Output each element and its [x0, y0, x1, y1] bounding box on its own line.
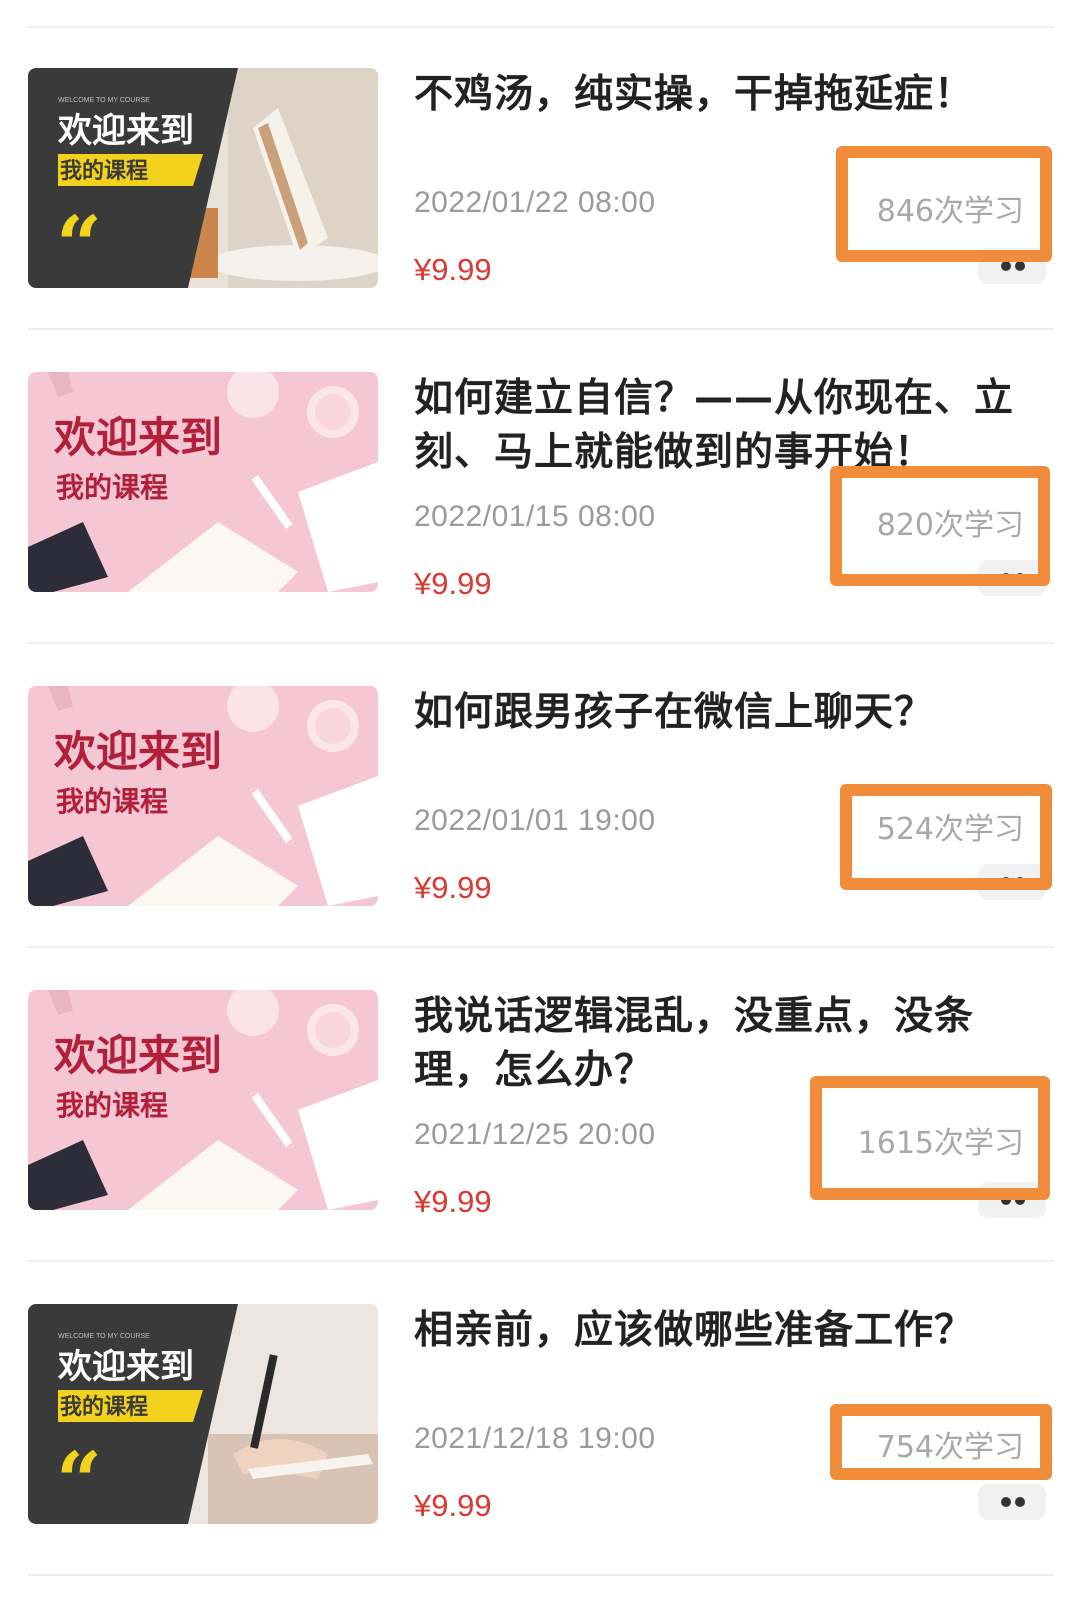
study-count: 524次学习 [876, 812, 1024, 847]
more-dots-icon [1001, 1195, 1011, 1205]
course-date: 2022/01/22 08:00 [414, 186, 656, 219]
thumbnail-heading: 欢迎来到 [57, 1347, 194, 1387]
course-price: ¥9.99 [414, 1488, 492, 1523]
more-dots-icon-dot [1015, 573, 1025, 583]
more-dots-icon-dot [1015, 1195, 1025, 1205]
study-count: 820次学习 [876, 508, 1024, 543]
thumbnail-heading: 欢迎来到 [53, 1031, 222, 1080]
course-title[interactable]: 如何跟男孩子在微信上聊天？ [414, 686, 1044, 740]
quote-mark-icon: “ [56, 198, 102, 288]
study-count: 1615次学习 [857, 1126, 1024, 1161]
thumbnail-heading: 欢迎来到 [53, 413, 222, 462]
more-dots-icon [1001, 573, 1011, 583]
course-price: ¥9.99 [414, 870, 492, 905]
thumbnail-tiny-text: WELCOME TO MY COURSE [58, 97, 150, 104]
course-date: 2021/12/18 19:00 [414, 1422, 656, 1455]
thumbnail-tiny-text: WELCOME TO MY COURSE [58, 1333, 150, 1340]
course-thumbnail[interactable]: 欢迎来到 我的课程 [28, 990, 378, 1210]
more-dots-icon-dot [1015, 877, 1025, 887]
course-price: ¥9.99 [414, 252, 492, 287]
course-title[interactable]: 相亲前，应该做哪些准备工作？ [414, 1304, 1044, 1358]
more-dots-icon [1001, 1497, 1011, 1507]
course-price: ¥9.99 [414, 1184, 492, 1219]
thumbnail-sub: 我的课程 [60, 1394, 148, 1420]
course-item[interactable]: 欢迎来到 我的课程 我说话逻辑混乱，没重点，没条理，怎么办？ 2021/12/2… [0, 990, 1080, 1290]
thumbnail-sub: 我的课程 [56, 471, 168, 504]
more-dots-icon [1001, 877, 1011, 887]
more-button[interactable] [978, 1484, 1046, 1520]
divider [28, 1574, 1054, 1576]
course-item[interactable]: WELCOME TO MY COURSE 欢迎来到 我的课程 “ 相亲前，应该做… [0, 1304, 1080, 1604]
course-title[interactable]: 我说话逻辑混乱，没重点，没条理，怎么办？ [414, 990, 1044, 1098]
more-button[interactable] [978, 560, 1046, 596]
course-title[interactable]: 如何建立自信？——从你现在、立刻、马上就能做到的事开始！ [414, 372, 1044, 480]
course-item[interactable]: WELCOME TO MY COURSE 欢迎来到 我的课程 “ 不鸡汤，纯实操… [0, 68, 1080, 368]
thumbnail-heading: 欢迎来到 [57, 111, 194, 151]
study-count: 754次学习 [876, 1430, 1024, 1465]
more-dots-icon [1001, 261, 1011, 271]
course-title[interactable]: 不鸡汤，纯实操，干掉拖延症！ [414, 68, 1044, 122]
study-count: 846次学习 [876, 194, 1024, 229]
course-thumbnail[interactable]: WELCOME TO MY COURSE 欢迎来到 我的课程 “ [28, 1304, 378, 1524]
course-date: 2021/12/25 20:00 [414, 1118, 656, 1151]
thumbnail-sub: 我的课程 [56, 1089, 168, 1122]
more-button[interactable] [978, 1182, 1046, 1218]
divider [28, 328, 1054, 330]
course-item[interactable]: 欢迎来到 我的课程 如何建立自信？——从你现在、立刻、马上就能做到的事开始！ 2… [0, 372, 1080, 672]
course-thumbnail[interactable]: WELCOME TO MY COURSE 欢迎来到 我的课程 “ [28, 68, 378, 288]
course-list: WELCOME TO MY COURSE 欢迎来到 我的课程 “ 不鸡汤，纯实操… [0, 0, 1080, 1613]
more-dots-icon-dot [1015, 261, 1025, 271]
divider [28, 642, 1054, 644]
quote-mark-icon: “ [56, 1434, 102, 1524]
divider [28, 26, 1054, 28]
thumbnail-sub: 我的课程 [60, 158, 148, 184]
course-thumbnail[interactable]: 欢迎来到 我的课程 [28, 372, 378, 592]
course-price: ¥9.99 [414, 566, 492, 601]
more-button[interactable] [978, 248, 1046, 284]
course-date: 2022/01/01 19:00 [414, 804, 656, 837]
more-dots-icon-dot [1015, 1497, 1025, 1507]
divider [28, 946, 1054, 948]
thumbnail-sub: 我的课程 [56, 785, 168, 818]
course-item[interactable]: 欢迎来到 我的课程 如何跟男孩子在微信上聊天？ 2022/01/01 19:00… [0, 686, 1080, 986]
course-thumbnail[interactable]: 欢迎来到 我的课程 [28, 686, 378, 906]
more-button[interactable] [978, 864, 1046, 900]
divider [28, 1260, 1054, 1262]
course-date: 2022/01/15 08:00 [414, 500, 656, 533]
thumbnail-heading: 欢迎来到 [53, 727, 222, 776]
